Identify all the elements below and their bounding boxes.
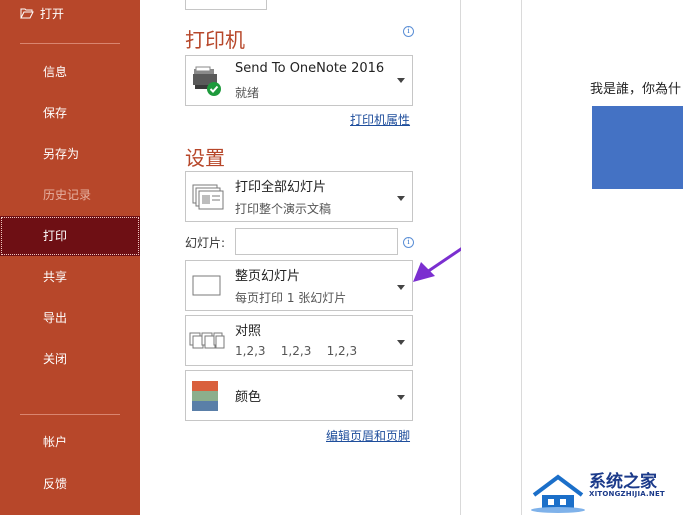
nav-export[interactable]: 导出	[0, 298, 140, 338]
edit-header-footer-link[interactable]: 编辑页眉和页脚	[326, 427, 410, 444]
watermark-title: 系统之家	[589, 472, 657, 492]
nav-label: 导出	[43, 311, 68, 325]
collation-title: 对照	[235, 324, 262, 339]
nav-info[interactable]: 信息	[0, 52, 140, 92]
color-title: 颜色	[235, 390, 262, 405]
watermark-subtitle: XITONGZHIJIA.NET	[589, 490, 665, 498]
nav-divider	[20, 414, 120, 415]
nav-label: 打印	[43, 229, 68, 243]
chevron-down-icon	[397, 340, 405, 345]
layout-desc: 每页打印 1 张幻灯片	[235, 291, 347, 305]
printer-section-title: 打印机	[185, 28, 245, 52]
nav-label: 另存为	[43, 147, 80, 161]
nav-label: 历史记录	[43, 188, 92, 202]
print-range-title: 打印全部幻灯片	[235, 180, 327, 195]
nav-divider	[20, 43, 120, 44]
color-swatch-icon	[192, 381, 218, 415]
slide-preview-shape	[592, 106, 683, 189]
print-range-dropdown[interactable]: 打印全部幻灯片 打印整个演示文稿	[185, 171, 413, 222]
layout-title: 整页幻灯片	[235, 269, 301, 284]
nav-print[interactable]: 打印	[0, 216, 140, 256]
collation-dropdown[interactable]: 对照 1,2,3 1,2,3 1,2,3	[185, 315, 413, 366]
printer-properties-link[interactable]: 打印机属性	[350, 111, 410, 128]
info-icon[interactable]: i	[403, 26, 414, 37]
collate-icon	[189, 330, 225, 356]
printer-status: 就绪	[235, 86, 260, 100]
nav-history[interactable]: 历史记录	[0, 175, 140, 215]
nav-label: 保存	[43, 106, 68, 120]
settings-section-title: 设置	[185, 146, 225, 170]
nav-account[interactable]: 帐户	[0, 422, 140, 462]
nav-save-as[interactable]: 另存为	[0, 134, 140, 174]
chevron-down-icon	[397, 196, 405, 201]
slide-preview-text: 我是誰，你為什	[590, 82, 682, 97]
printer-ready-icon	[192, 65, 226, 103]
slides-range-input[interactable]	[235, 228, 398, 255]
collation-desc: 1,2,3 1,2,3 1,2,3	[235, 344, 358, 358]
nav-save[interactable]: 保存	[0, 93, 140, 133]
nav-label: 关闭	[43, 352, 68, 366]
printer-name: Send To OneNote 2016	[235, 61, 385, 76]
nav-label: 信息	[43, 65, 68, 79]
nav-share[interactable]: 共享	[0, 257, 140, 297]
nav-feedback[interactable]: 反馈	[0, 464, 140, 504]
slides-range-icon	[192, 184, 224, 214]
backstage-sidebar: 打开 信息 保存 另存为 历史记录 打印 共享 导出 关闭 帐户 反馈	[0, 0, 140, 515]
house-logo-icon	[531, 474, 585, 513]
nav-label: 帐户	[43, 435, 68, 449]
nav-label: 反馈	[43, 477, 68, 491]
nav-close[interactable]: 关闭	[0, 339, 140, 379]
color-dropdown[interactable]: 颜色	[185, 370, 413, 421]
site-watermark: 系统之家 XITONGZHIJIA.NET	[528, 465, 683, 515]
nav-open[interactable]: 打开	[0, 0, 140, 34]
layout-dropdown[interactable]: 整页幻灯片 每页打印 1 张幻灯片	[185, 260, 413, 311]
chevron-down-icon	[397, 78, 405, 83]
nav-label: 共享	[43, 270, 68, 284]
slides-label: 幻灯片:	[185, 236, 226, 250]
folder-open-icon	[20, 0, 34, 35]
printer-dropdown[interactable]: Send To OneNote 2016 就绪	[185, 55, 413, 106]
chevron-down-icon	[397, 285, 405, 290]
print-range-desc: 打印整个演示文稿	[235, 202, 332, 216]
chevron-down-icon	[397, 395, 405, 400]
full-page-slide-icon	[192, 275, 222, 301]
nav-open-label: 打开	[40, 7, 65, 21]
copies-box-fragment[interactable]	[185, 0, 267, 10]
